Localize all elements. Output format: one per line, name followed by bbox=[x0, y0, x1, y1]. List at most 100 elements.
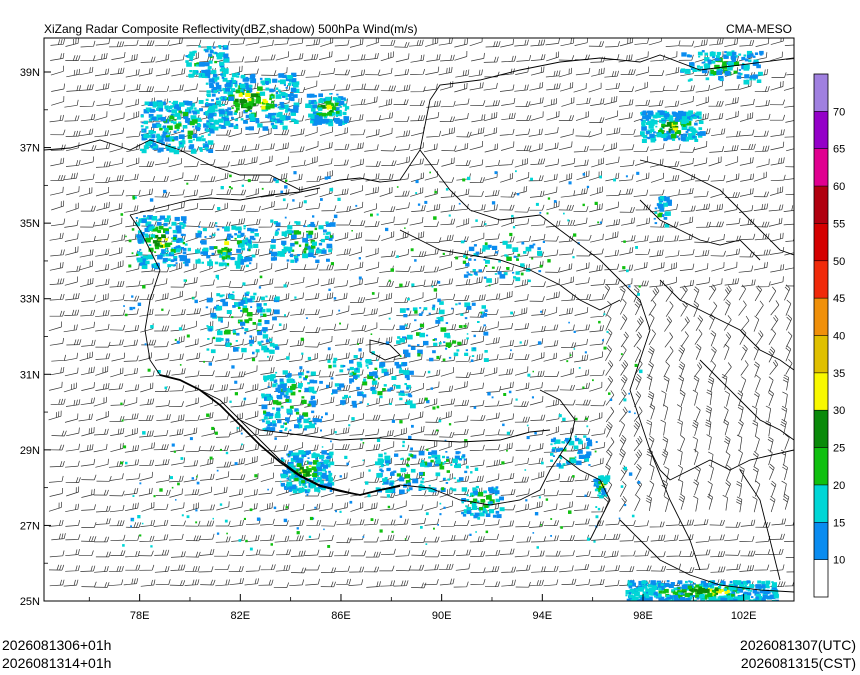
echo-cell bbox=[317, 490, 321, 493]
echo-cell bbox=[738, 69, 741, 71]
echo-cell bbox=[649, 121, 655, 127]
echo-cell bbox=[685, 580, 688, 584]
echo-cell bbox=[236, 332, 240, 336]
echo-cell bbox=[325, 97, 330, 101]
echo-cell bbox=[442, 455, 445, 459]
echo-speck bbox=[186, 182, 189, 185]
echo-cell bbox=[192, 125, 195, 128]
echo-cell bbox=[693, 589, 698, 592]
echo-speck bbox=[220, 320, 223, 323]
echo-cell bbox=[227, 237, 231, 241]
echo-cell bbox=[168, 110, 172, 113]
echo-cell bbox=[177, 146, 180, 149]
echo-cell bbox=[213, 87, 217, 91]
echo-speck bbox=[259, 275, 263, 279]
echo-cell bbox=[724, 70, 731, 76]
echo-cell bbox=[315, 117, 321, 122]
echo-cell bbox=[314, 101, 318, 105]
echo-cell bbox=[680, 592, 684, 595]
echo-cell bbox=[179, 142, 183, 145]
echo-speck bbox=[582, 203, 585, 207]
echo-cell bbox=[333, 357, 338, 361]
echo-cell bbox=[465, 349, 468, 352]
echo-cell bbox=[482, 245, 489, 250]
echo-cell bbox=[726, 51, 732, 56]
echo-cell bbox=[224, 246, 228, 250]
echo-cell bbox=[224, 70, 229, 75]
echo-speck bbox=[171, 486, 174, 489]
echo-cell bbox=[670, 134, 677, 139]
echo-speck bbox=[595, 441, 598, 443]
echo-cell bbox=[248, 126, 254, 131]
echo-cell bbox=[339, 369, 344, 373]
echo-cell bbox=[243, 103, 248, 108]
echo-cell bbox=[309, 379, 315, 384]
echo-cell bbox=[665, 117, 668, 120]
echo-cell bbox=[474, 512, 480, 517]
echo-cell bbox=[219, 53, 223, 56]
echo-speck bbox=[436, 355, 440, 359]
echo-cell bbox=[213, 126, 219, 131]
echo-cell bbox=[757, 580, 762, 584]
echo-cell bbox=[280, 391, 285, 396]
echo-cell bbox=[231, 316, 234, 319]
echo-cell bbox=[512, 247, 519, 252]
echo-speck bbox=[520, 272, 524, 276]
echo-cell bbox=[391, 471, 394, 474]
echo-cell bbox=[403, 314, 408, 318]
echo-cell bbox=[403, 370, 410, 375]
echo-cell bbox=[272, 423, 277, 427]
echo-cell bbox=[280, 425, 285, 429]
echo-cell bbox=[229, 294, 235, 300]
echo-speck bbox=[584, 494, 587, 497]
echo-speck bbox=[270, 543, 273, 546]
echo-speck bbox=[622, 266, 626, 270]
echo-cell bbox=[463, 458, 467, 461]
echo-cell bbox=[182, 125, 188, 129]
echo-cell bbox=[452, 458, 458, 464]
echo-speck bbox=[558, 414, 562, 418]
echo-speck bbox=[217, 207, 221, 211]
echo-cell bbox=[312, 473, 318, 478]
echo-speck bbox=[327, 347, 331, 351]
echo-cell bbox=[214, 60, 218, 64]
echo-cell bbox=[215, 337, 222, 342]
echo-cell bbox=[218, 126, 222, 129]
echo-cell bbox=[433, 342, 438, 347]
echo-cell bbox=[337, 98, 341, 101]
echo-speck bbox=[417, 353, 421, 357]
echo-speck bbox=[294, 296, 297, 299]
echo-cell bbox=[170, 237, 174, 240]
echo-speck bbox=[312, 215, 315, 218]
echo-cell bbox=[222, 103, 225, 106]
echo-speck bbox=[231, 365, 235, 369]
echo-cell bbox=[755, 584, 762, 589]
echo-cell bbox=[529, 244, 534, 249]
echo-cell bbox=[646, 115, 652, 119]
echo-cell bbox=[641, 123, 646, 127]
echo-cell bbox=[234, 118, 238, 122]
echo-cell bbox=[311, 241, 317, 246]
echo-cell bbox=[290, 242, 295, 247]
echo-cell bbox=[418, 313, 423, 316]
echo-speck bbox=[174, 338, 177, 341]
echo-speck bbox=[573, 348, 576, 350]
echo-cell bbox=[282, 387, 287, 392]
echo-speck bbox=[238, 539, 242, 542]
echo-cell bbox=[641, 580, 647, 585]
echo-cell bbox=[161, 134, 166, 138]
echo-cell bbox=[483, 324, 486, 327]
echo-cell bbox=[319, 98, 323, 100]
echo-cell bbox=[419, 307, 422, 309]
echo-cell bbox=[231, 117, 234, 120]
echo-speck bbox=[128, 264, 132, 268]
echo-cell bbox=[265, 78, 268, 81]
echo-cell bbox=[657, 203, 664, 209]
echo-cell bbox=[186, 62, 192, 67]
echo-cell bbox=[225, 338, 230, 342]
echo-cell bbox=[297, 463, 302, 467]
echo-cell bbox=[407, 344, 411, 347]
echo-cell bbox=[598, 491, 602, 494]
echo-speck bbox=[594, 201, 598, 205]
echo-cell bbox=[445, 482, 449, 484]
